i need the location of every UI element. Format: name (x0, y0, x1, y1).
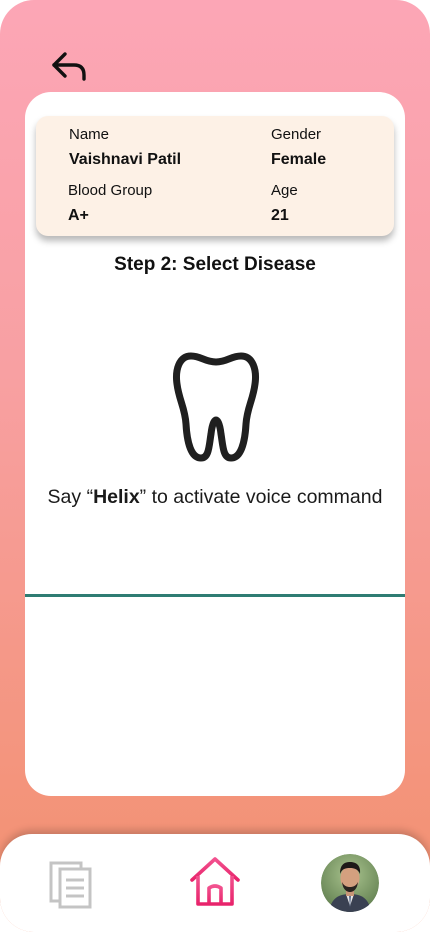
divider-line (25, 594, 405, 597)
nav-documents-button[interactable] (48, 860, 94, 910)
documents-icon (49, 861, 92, 909)
main-card: Name Vaishnavi Patil Gender Female Blood… (25, 92, 405, 796)
user-avatar (321, 854, 379, 912)
patient-blood-group-field: Blood Group A+ (68, 182, 152, 226)
home-icon (190, 857, 240, 906)
bottom-navigation (0, 834, 430, 932)
name-value: Vaishnavi Patil (69, 151, 182, 168)
profile-avatar-button[interactable] (321, 854, 379, 912)
age-value: 21 (271, 207, 289, 224)
back-button[interactable] (48, 48, 90, 86)
nav-home-button[interactable] (188, 854, 242, 910)
patient-name-field: Name Vaishnavi Patil (69, 126, 181, 170)
step-title: Step 2: Select Disease (114, 254, 316, 275)
blood-group-value: A+ (68, 207, 89, 224)
voice-hint-prefix: Say “ (47, 486, 94, 508)
tooth-icon-container[interactable] (171, 348, 261, 468)
blood-group-label: Blood Group (68, 182, 153, 199)
patient-info-card: Name Vaishnavi Patil Gender Female Blood… (36, 116, 394, 236)
voice-keyword: Helix (93, 486, 140, 508)
gender-label: Gender (271, 126, 322, 143)
back-arrow-icon (52, 52, 86, 81)
voice-hint-suffix: ” to activate voice command (139, 486, 383, 508)
voice-command-hint: Say “Helix” to activate voice command (25, 486, 405, 509)
age-label: Age (271, 182, 298, 199)
gender-value: Female (271, 151, 327, 168)
patient-age-field: Age 21 (271, 182, 298, 226)
app-screen: Name Vaishnavi Patil Gender Female Blood… (0, 0, 430, 932)
patient-gender-field: Gender Female (271, 126, 326, 170)
name-label: Name (69, 126, 110, 143)
tooth-icon (173, 352, 259, 462)
